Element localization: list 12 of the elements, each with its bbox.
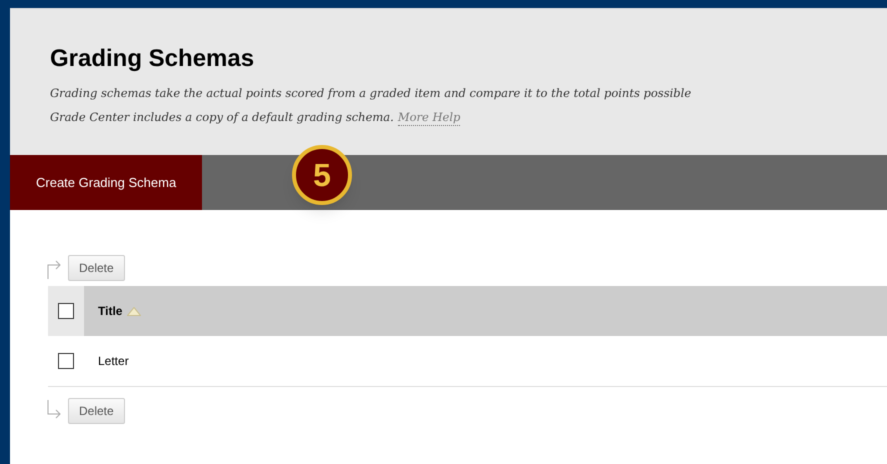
checkbox[interactable] — [58, 303, 74, 319]
more-help-link[interactable]: More Help — [398, 108, 460, 126]
description-text: Grade Center includes a copy of a default grading schema. — [50, 109, 394, 126]
create-grading-schema-button[interactable]: Create Grading Schema — [10, 155, 202, 210]
title-column-header[interactable]: Title — [98, 302, 122, 320]
checkbox[interactable] — [58, 353, 74, 369]
delete-button[interactable]: Delete — [68, 255, 125, 281]
delete-button[interactable]: Delete — [68, 398, 125, 424]
page-title: Grading Schemas — [50, 45, 256, 73]
table-cell-text: Letter — [98, 353, 129, 370]
step-badge: 5 — [292, 145, 352, 205]
description-text: Grading schemas take the actual points scored from a graded item and compare it to the total points possible — [50, 85, 692, 102]
